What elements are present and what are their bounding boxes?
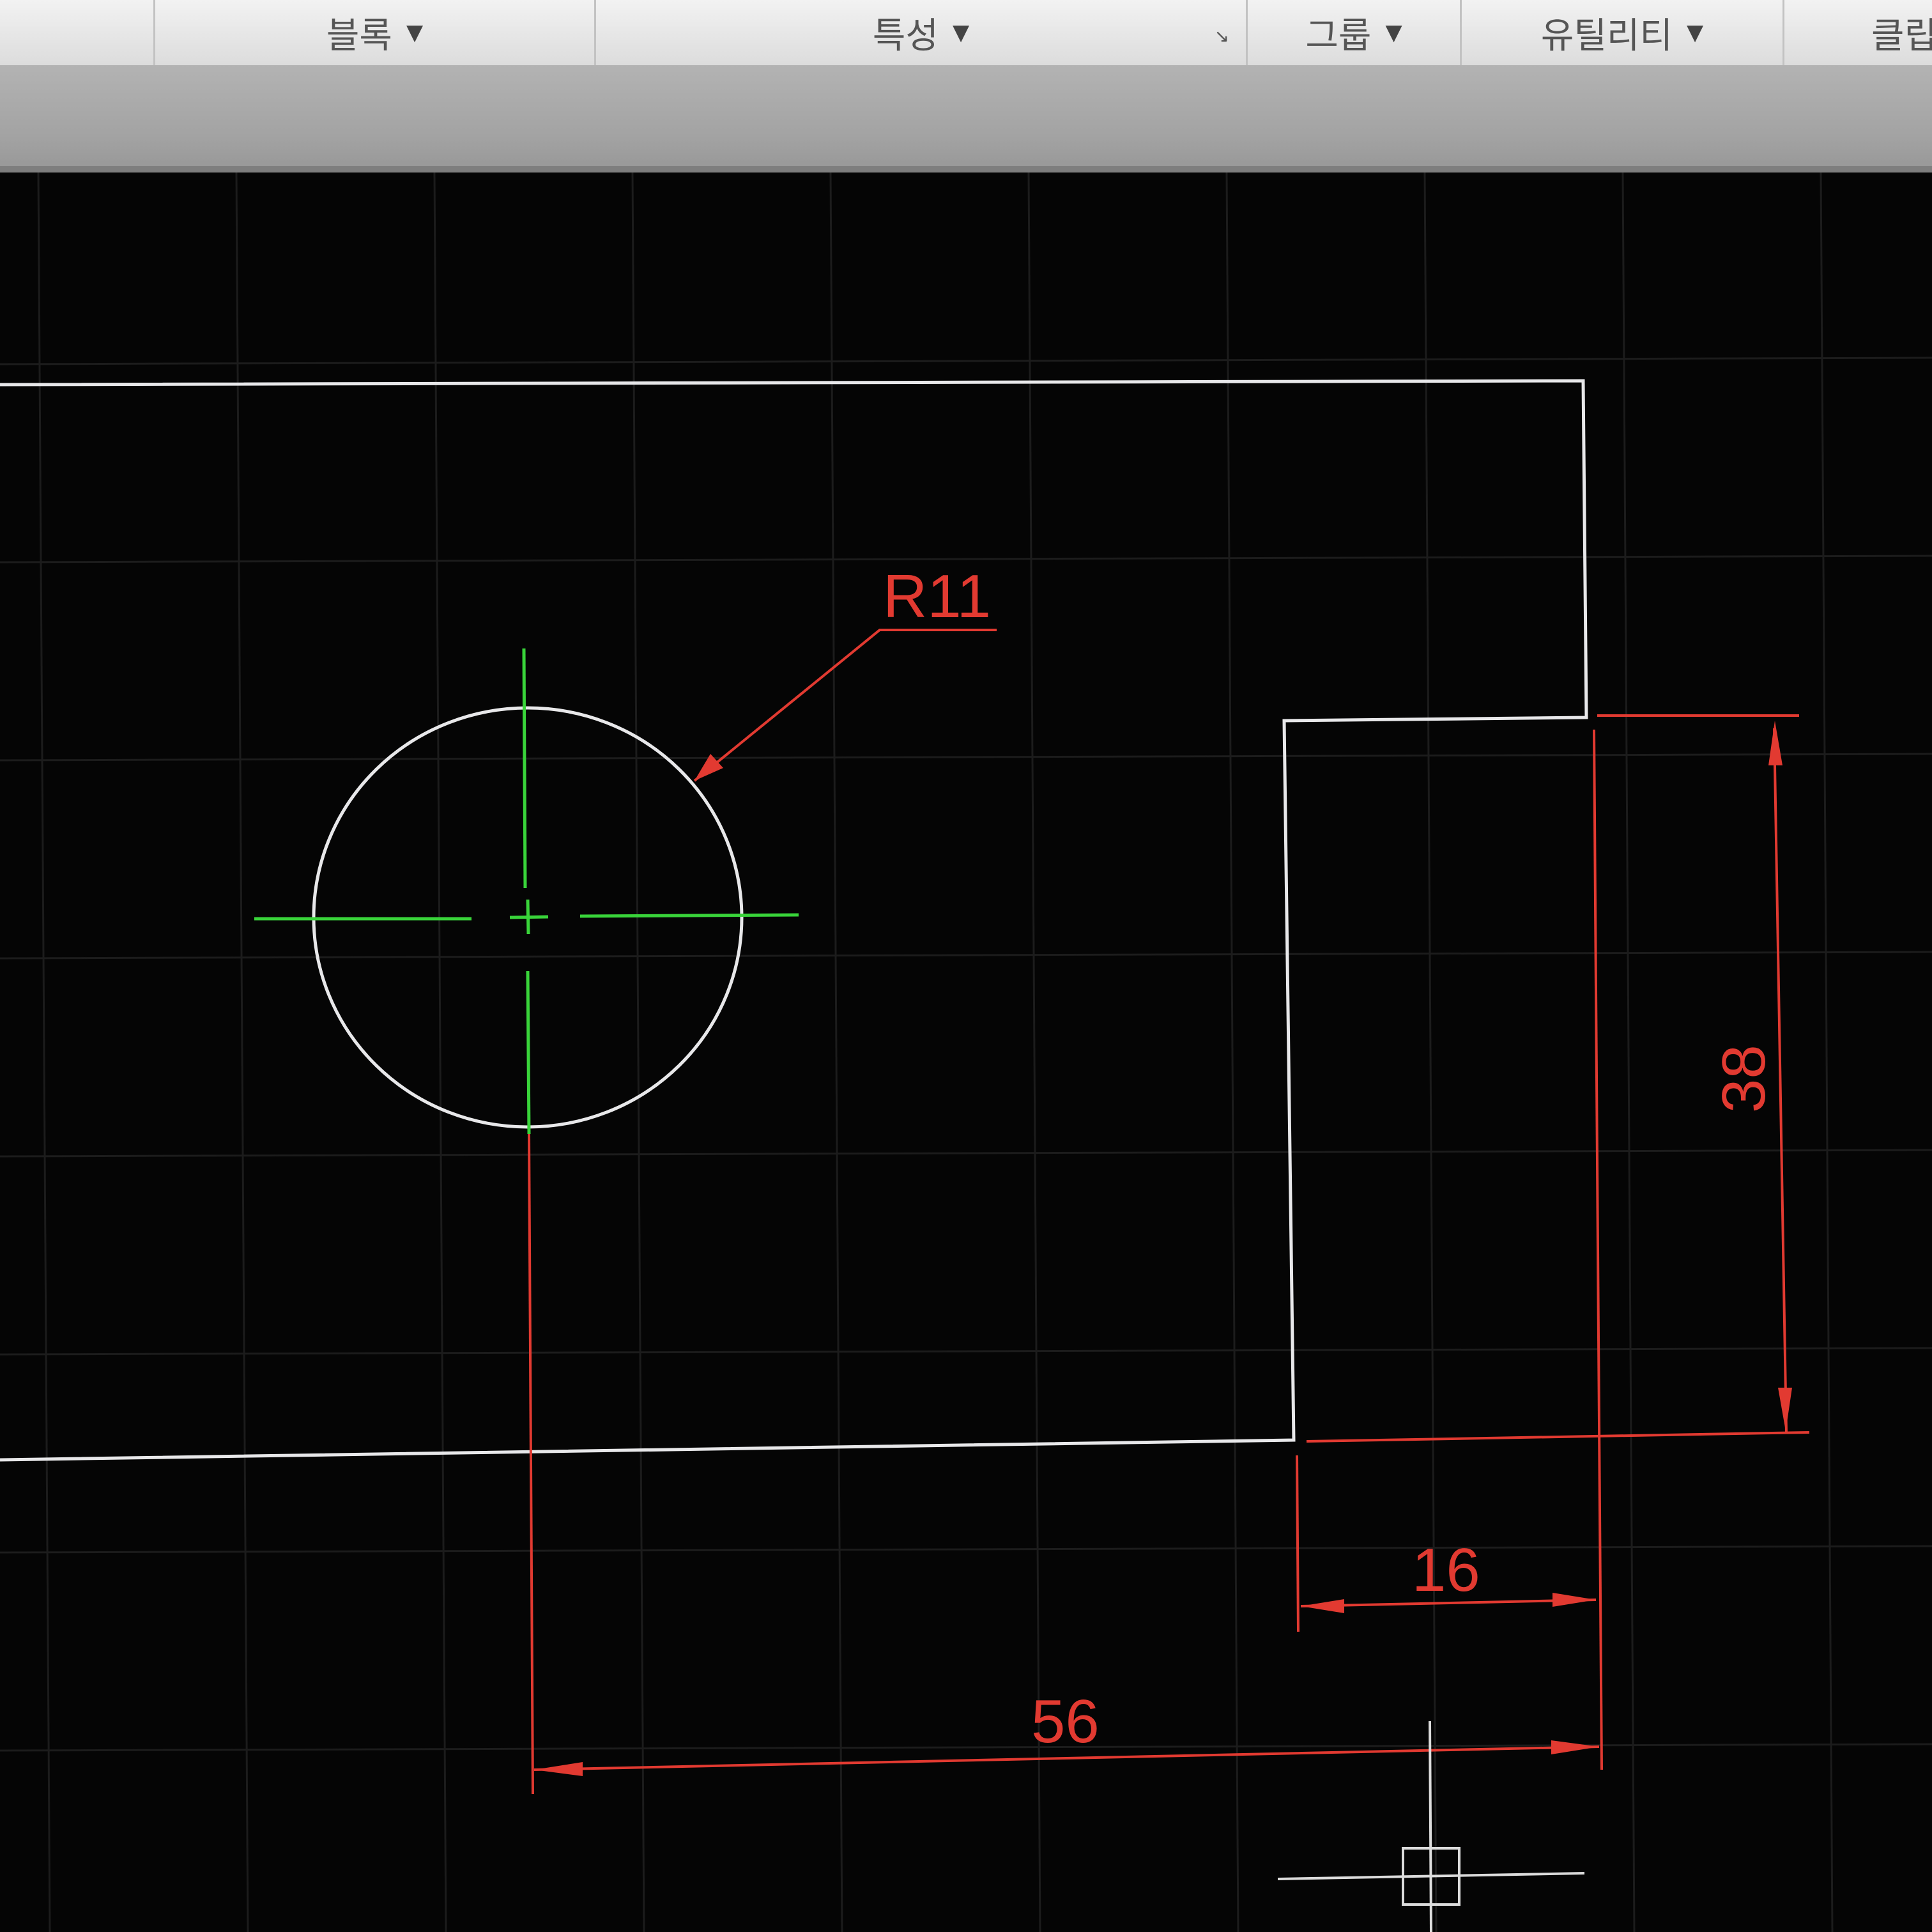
chevron-down-icon[interactable]: ▼ bbox=[406, 20, 423, 45]
dialog-launcher-icon[interactable]: ↘ bbox=[1215, 26, 1229, 47]
panel-clipboard[interactable]: 클립 bbox=[1782, 0, 1932, 65]
grid-line-vertical bbox=[1820, 172, 1834, 1932]
cad-drawing[interactable]: R11 38 16 56 bbox=[0, 172, 1932, 1932]
dimension-horizontal-16[interactable]: 16 bbox=[1296, 729, 1603, 1770]
panel-properties-label: 특성 bbox=[872, 15, 939, 57]
grid-line-vertical bbox=[829, 172, 843, 1932]
grid-line-horizontal bbox=[0, 356, 1932, 365]
panel-block-label: 블록 bbox=[326, 15, 392, 57]
panel-utilities-label: 유틸리티 bbox=[1540, 15, 1673, 57]
grid-line-vertical bbox=[235, 172, 249, 1932]
radius-dimension-text: R11 bbox=[883, 562, 991, 631]
grid-line-vertical bbox=[1225, 172, 1239, 1932]
chevron-down-icon[interactable]: ▼ bbox=[1687, 20, 1703, 45]
center-mark bbox=[254, 648, 799, 1135]
chevron-down-icon[interactable]: ▼ bbox=[953, 20, 969, 45]
grid-line-vertical bbox=[631, 172, 645, 1932]
dimension-vertical-38[interactable]: 38 bbox=[1306, 714, 1810, 1443]
dimension-radius[interactable]: R11 bbox=[693, 562, 997, 782]
grid-line-horizontal bbox=[0, 1545, 1932, 1554]
panel-utilities[interactable]: 유틸리티 ▼ bbox=[1460, 0, 1782, 65]
grid-line-horizontal bbox=[0, 951, 1932, 960]
panel-group-label: 그룹 bbox=[1305, 15, 1372, 57]
panel-group[interactable]: 그룹 ▼ bbox=[1246, 0, 1460, 65]
drawing-grid bbox=[0, 172, 1932, 1932]
panel-block[interactable]: 블록 ▼ bbox=[153, 0, 594, 65]
width56-dimension-text: 56 bbox=[1031, 1687, 1100, 1756]
ribbon-panel-bar: 블록 ▼ 특성 ▼ ↘ 그룹 ▼ 유틸리티 ▼ 클립 bbox=[0, 0, 1932, 66]
grid-line-horizontal bbox=[0, 753, 1932, 762]
chevron-down-icon[interactable]: ▼ bbox=[1385, 20, 1402, 45]
grid-line-horizontal bbox=[0, 1743, 1932, 1752]
grid-line-vertical bbox=[37, 172, 51, 1932]
grid-line-vertical bbox=[433, 172, 447, 1932]
height-dimension-text: 38 bbox=[1710, 1045, 1778, 1113]
ribbon-lower-strip bbox=[0, 65, 1932, 172]
grid-line-vertical bbox=[1027, 172, 1041, 1932]
drawing-canvas[interactable]: R11 38 16 56 bbox=[0, 172, 1932, 1932]
dimension-horizontal-56[interactable]: 56 bbox=[528, 1133, 1600, 1795]
grid-line-vertical bbox=[1621, 172, 1636, 1932]
grid-line-horizontal bbox=[0, 1149, 1932, 1158]
grid-line-vertical bbox=[1423, 172, 1438, 1932]
grid-line-horizontal bbox=[0, 1347, 1932, 1356]
panel-properties[interactable]: 특성 ▼ ↘ bbox=[594, 0, 1246, 65]
grid-line-horizontal bbox=[0, 555, 1932, 564]
width16-dimension-text: 16 bbox=[1412, 1536, 1480, 1604]
panel-clipboard-label: 클립 bbox=[1871, 15, 1932, 57]
